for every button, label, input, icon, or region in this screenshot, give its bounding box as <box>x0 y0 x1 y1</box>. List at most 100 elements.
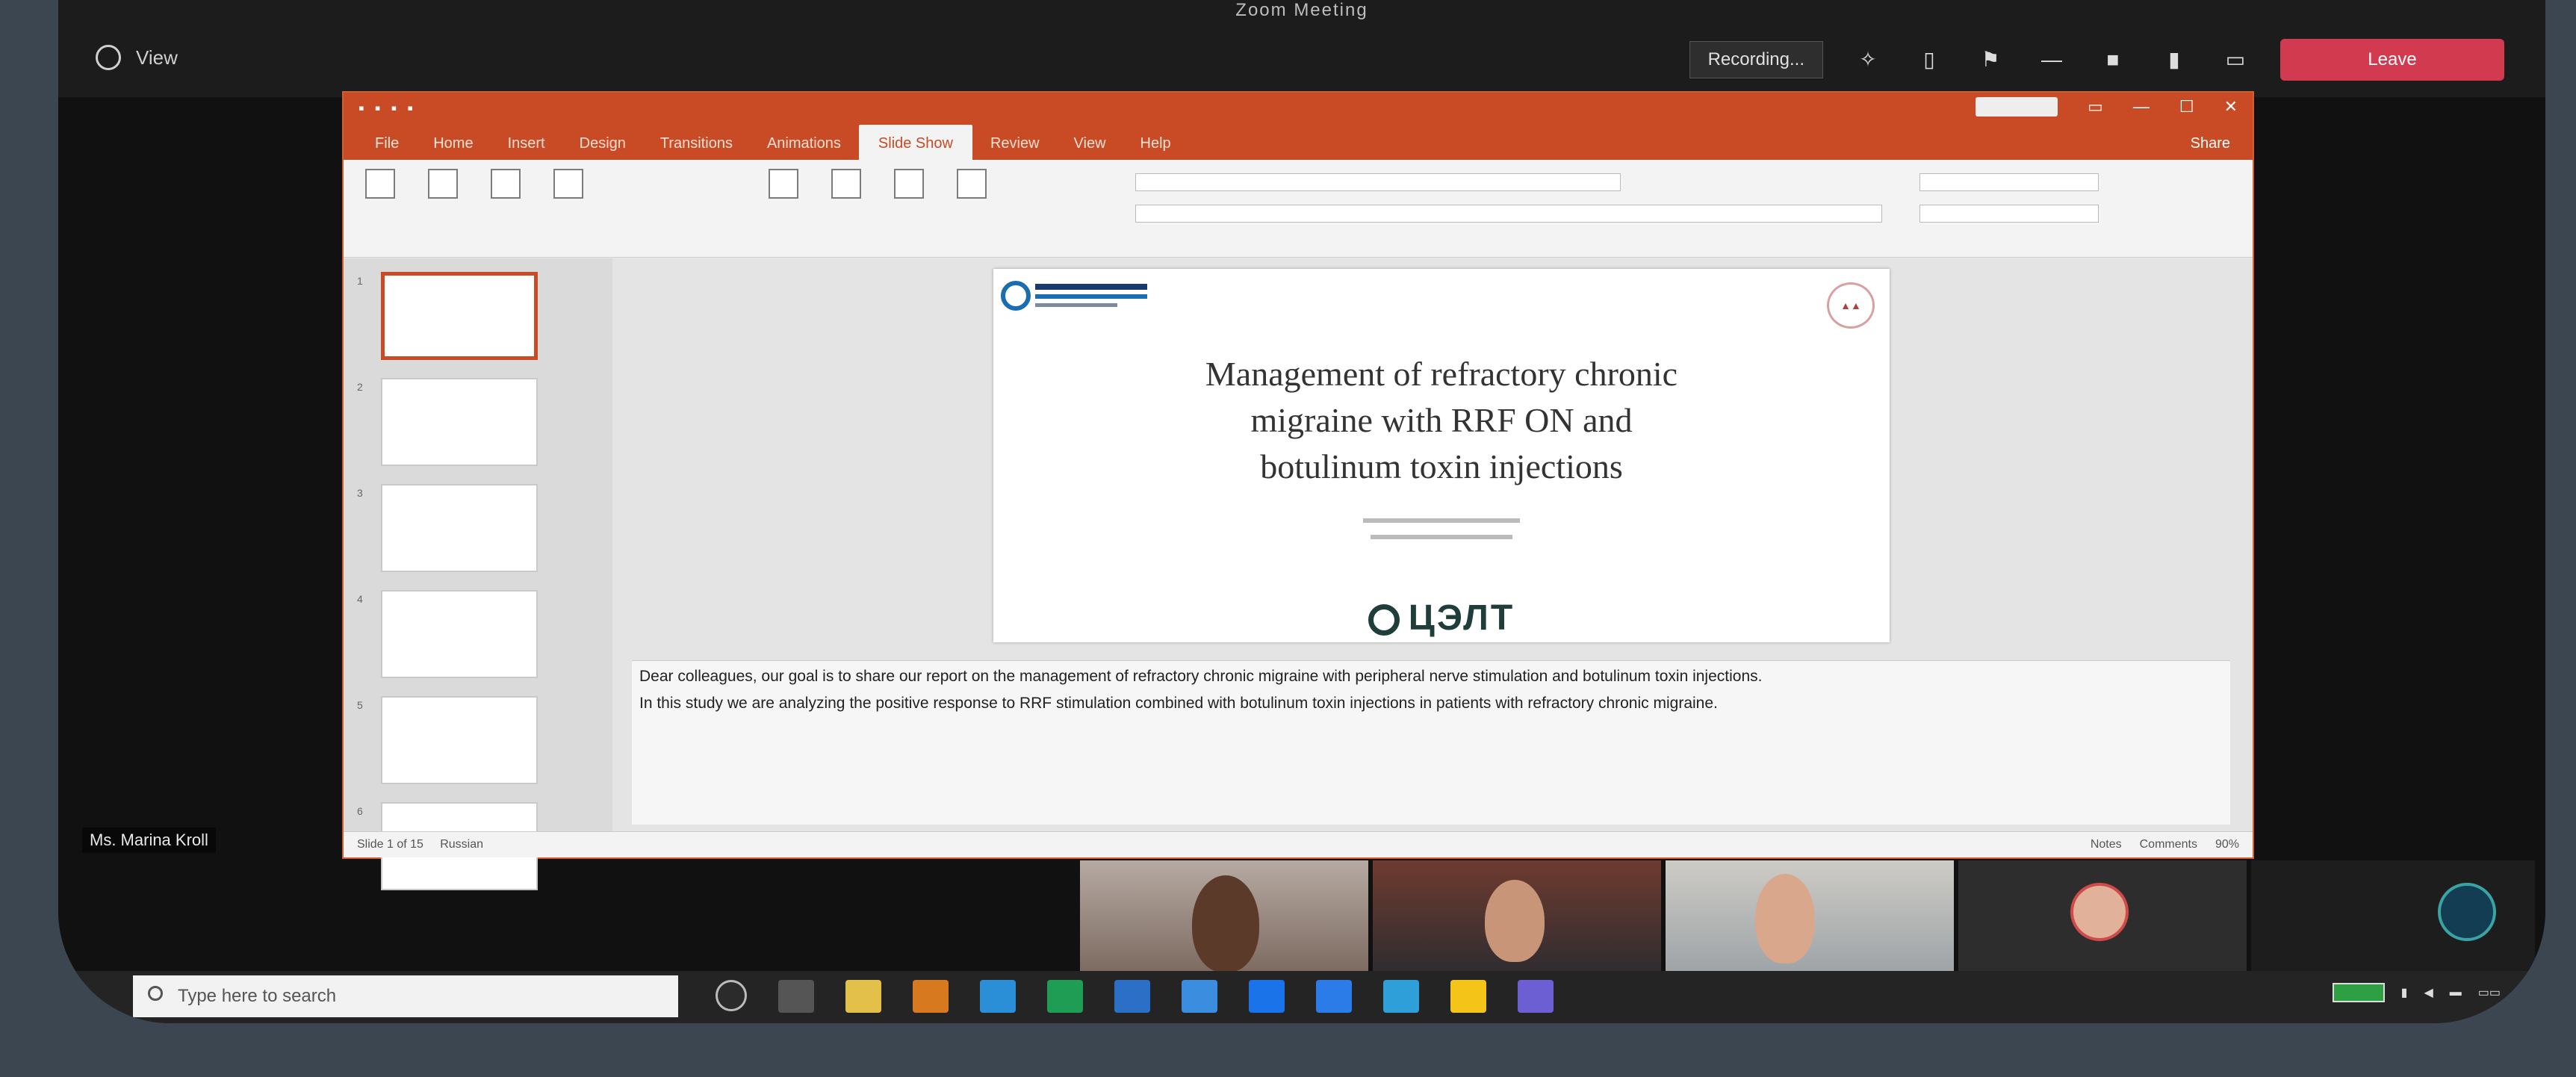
slide-thumbnail[interactable] <box>381 378 538 466</box>
ribbon-tab[interactable]: Design <box>563 135 642 160</box>
ppt-title-bar: ▪▪▪▪ ▭ — ☐ ✕ <box>344 93 2253 124</box>
zoom-icon[interactable] <box>1249 980 1285 1013</box>
firefox-icon[interactable] <box>913 980 949 1013</box>
outlook-icon[interactable] <box>1316 980 1352 1013</box>
mic-icon[interactable]: ✧ <box>1852 46 1884 73</box>
volume-icon[interactable]: ◀ <box>2424 985 2433 1000</box>
participant-tile[interactable] <box>1958 860 2247 974</box>
maximize-icon[interactable]: ☐ <box>2179 97 2194 117</box>
institution-logo <box>1001 281 1147 311</box>
ribbon-button[interactable] <box>887 169 931 199</box>
footer-logo: ЦЭЛТ <box>993 598 1890 639</box>
slide-thumbnail[interactable] <box>381 272 538 360</box>
shield-icon[interactable] <box>96 45 121 70</box>
word-icon[interactable] <box>1114 980 1150 1013</box>
participant-video[interactable] <box>1080 860 1368 974</box>
monitor-select[interactable] <box>1135 173 1621 191</box>
ribbon-tab[interactable]: Review <box>974 135 1056 160</box>
more-icon[interactable]: — <box>2035 46 2068 73</box>
ribbon-tabs: File Home Insert Design Transitions Animation… <box>344 124 2253 160</box>
ribbon-tab[interactable]: File <box>359 135 415 160</box>
share-icon[interactable]: ▮ <box>2158 46 2191 73</box>
ribbon-button[interactable] <box>359 169 402 199</box>
network-icon[interactable]: ▮ <box>2401 985 2408 1000</box>
record-icon <box>957 169 987 199</box>
view-label[interactable]: View <box>136 46 178 69</box>
screen-icon[interactable]: ▭ <box>2219 46 2252 73</box>
ribbon-tab[interactable]: Animations <box>751 135 857 160</box>
ribbon-tab[interactable]: Transitions <box>644 135 749 160</box>
comments-toggle[interactable]: Comments <box>2140 838 2197 851</box>
language-indicator[interactable]: ▬ <box>2450 986 2462 999</box>
ribbon-tab[interactable]: Slide Show <box>858 125 972 160</box>
search-placeholder: Type here to search <box>178 986 337 1006</box>
ribbon-tab[interactable]: View <box>1058 135 1123 160</box>
system-tray: ▮ ◀ ▬ ▭▭ <box>2332 983 2501 1002</box>
task-view-icon[interactable] <box>778 980 814 1013</box>
thumbnail-number: 4 <box>357 593 363 605</box>
slide-thumbnail[interactable] <box>381 696 538 784</box>
ribbon-button[interactable] <box>762 169 805 199</box>
sticky-notes-icon[interactable] <box>1450 980 1486 1013</box>
ribbon-button[interactable] <box>825 169 868 199</box>
thumbnail-number: 6 <box>357 805 363 817</box>
slide-thumbnail[interactable] <box>381 484 538 572</box>
subtitle-settings[interactable] <box>1919 205 2099 223</box>
ribbon <box>344 160 2253 258</box>
taskbar-search[interactable]: Type here to search <box>133 975 678 1017</box>
camera-icon[interactable]: ■ <box>2097 46 2129 73</box>
leave-button[interactable]: Leave <box>2280 39 2504 81</box>
ribbon-button[interactable] <box>484 169 527 199</box>
clock[interactable]: ▭▭ <box>2478 985 2501 1000</box>
participant-video[interactable] <box>1666 860 1954 974</box>
ribbon-tab[interactable]: Home <box>417 135 489 160</box>
ribbon-tab[interactable]: Help <box>1124 135 1188 160</box>
thumbnail-number: 3 <box>357 487 363 499</box>
participants-icon[interactable]: ▯ <box>1913 46 1946 73</box>
share-button[interactable]: Share <box>2191 135 2230 152</box>
chat-icon[interactable]: ⚑ <box>1974 46 2007 73</box>
slide-icon <box>491 169 521 199</box>
language[interactable]: Russian <box>440 838 483 851</box>
recording-indicator[interactable]: Recording... <box>1689 41 1823 78</box>
ribbon-tab[interactable]: Insert <box>491 135 562 160</box>
meeting-info[interactable]: View <box>96 45 178 70</box>
mail-icon[interactable] <box>1182 980 1217 1013</box>
avatar <box>2070 883 2129 941</box>
search-icon <box>148 986 163 1001</box>
file-explorer-icon[interactable] <box>845 980 881 1013</box>
slide-thumbnail[interactable] <box>381 590 538 678</box>
slide-info: Slide 1 of 15 Russian <box>357 838 483 851</box>
meeting-top-bar: Zoom Meeting View Recording... ✧ ▯ ⚑ — ■… <box>58 0 2545 97</box>
ribbon-button[interactable] <box>950 169 993 199</box>
excel-icon[interactable] <box>1047 980 1083 1013</box>
minimize-icon[interactable]: — <box>2133 97 2150 117</box>
quick-access-toolbar[interactable]: ▪▪▪▪ <box>359 99 423 118</box>
participant-video[interactable] <box>1373 860 1661 974</box>
zoom-level[interactable]: 90% <box>2215 838 2239 851</box>
slide-title-line: botulinum toxin injections <box>1260 447 1623 485</box>
partner-logo: ▲▲ <box>1827 282 1875 329</box>
cortana-icon[interactable] <box>716 980 747 1011</box>
search-box[interactable] <box>1976 97 2058 117</box>
speaker-notes[interactable]: Dear colleagues, our goal is to share ou… <box>632 660 2230 825</box>
teams-icon[interactable] <box>1518 980 1554 1013</box>
rehearse-icon <box>894 169 924 199</box>
ribbon-button[interactable] <box>421 169 465 199</box>
captions-option[interactable] <box>1919 173 2099 191</box>
ribbon-button[interactable] <box>547 169 590 199</box>
battery-icon[interactable] <box>2332 983 2385 1002</box>
ribbon-display-icon[interactable]: ▭ <box>2088 97 2103 117</box>
close-icon[interactable]: ✕ <box>2224 97 2238 117</box>
author-line <box>1363 518 1520 523</box>
presenter-view-option[interactable] <box>1135 205 1882 223</box>
footer-logo-text: ЦЭЛТ <box>1408 598 1515 638</box>
notes-toggle[interactable]: Notes <box>2091 838 2122 851</box>
participant-gallery <box>1080 860 2535 974</box>
participant-tile[interactable] <box>2251 860 2535 974</box>
current-slide[interactable]: ▲▲ Management of refractory chronic migr… <box>993 269 1890 642</box>
status-right: Notes Comments 90% <box>2091 838 2239 851</box>
skype-icon[interactable] <box>1383 980 1419 1013</box>
edge-icon[interactable] <box>980 980 1016 1013</box>
thumbnail-number: 1 <box>357 275 363 287</box>
